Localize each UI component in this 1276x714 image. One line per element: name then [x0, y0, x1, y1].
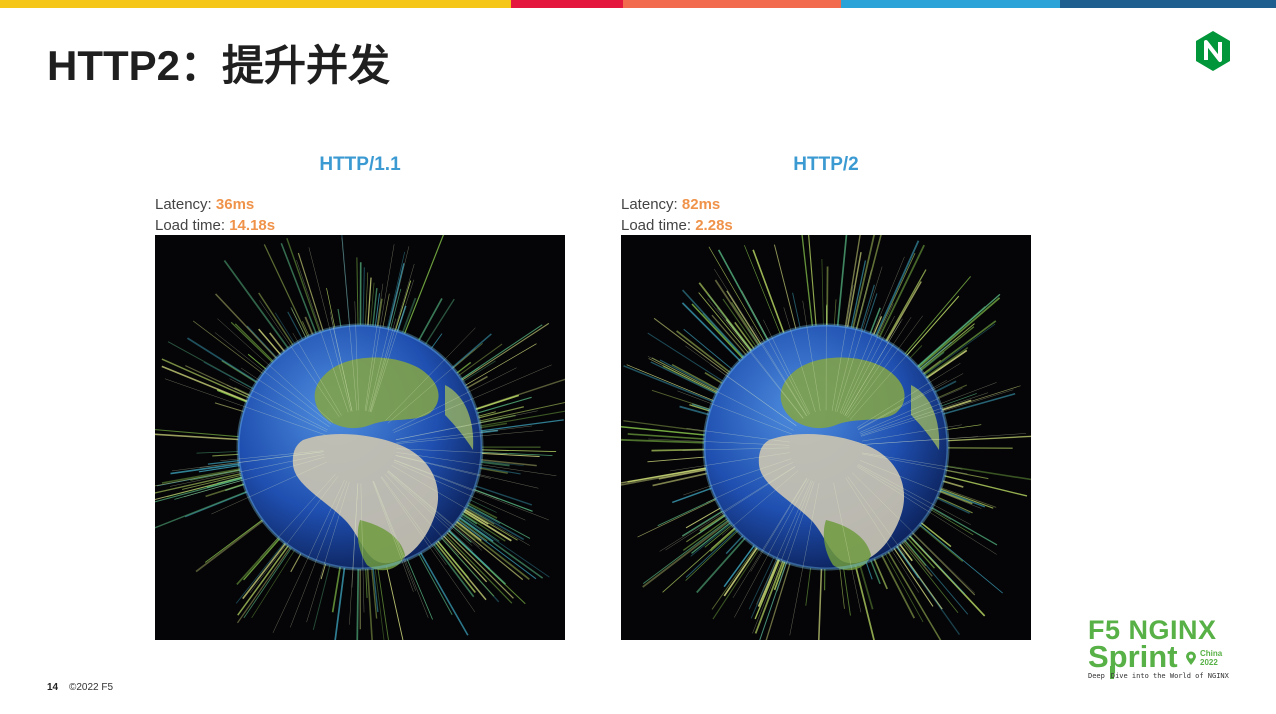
- load-time-value: 14.18s: [229, 217, 276, 234]
- latency-row: Latency: 36ms: [155, 194, 275, 215]
- copyright: ©2022 F5: [69, 682, 114, 693]
- event-logo-line2: Sprint: [1088, 639, 1178, 674]
- event-tagline: Deep Dive into the World of NGINX: [1088, 672, 1229, 680]
- top-bar-blue: [841, 0, 1060, 8]
- page-number: 14: [47, 682, 59, 693]
- globe-visualization-image: [155, 235, 565, 640]
- load-time-row: Load time: 2.28s: [621, 215, 733, 236]
- event-location-year: 2022: [1200, 658, 1218, 667]
- protocol-label: HTTP/1.1: [319, 154, 401, 175]
- load-time-label: Load time:: [621, 217, 692, 234]
- latency-label: Latency:: [155, 196, 212, 213]
- event-tagline-part1: Deep: [1088, 672, 1105, 680]
- metrics: Latency: 82ms Load time: 2.28s: [621, 194, 733, 236]
- top-bar-red: [511, 0, 623, 8]
- top-bar-navy: [1060, 0, 1276, 8]
- top-bar-yellow: [0, 0, 511, 8]
- latency-value: 82ms: [681, 196, 721, 213]
- nginx-hexagon-icon: [1196, 31, 1230, 71]
- latency-row: Latency: 82ms: [621, 194, 733, 215]
- load-time-row: Load time: 14.18s: [155, 215, 275, 236]
- load-time-value: 2.28s: [695, 217, 733, 234]
- slide-title: HTTP2：提升并发: [47, 42, 391, 89]
- top-color-bar: [0, 0, 1276, 8]
- load-time-label: Load time:: [155, 217, 226, 234]
- protocol-label: HTTP/2: [793, 154, 859, 175]
- top-bar-orange: [623, 0, 841, 8]
- event-location: China 2022: [1200, 649, 1222, 667]
- metrics: Latency: 36ms Load time: 14.18s: [155, 194, 275, 236]
- globe-visualization-image: [621, 235, 1031, 640]
- latency-value: 36ms: [215, 196, 255, 213]
- location-pin-icon: [1186, 651, 1196, 665]
- event-logo: F5 NGINX Sprint China 2022 Deep Dive into…: [1088, 615, 1238, 685]
- event-tagline-part2: Dive into the World of NGINX: [1110, 672, 1229, 680]
- event-location-country: China: [1200, 649, 1223, 658]
- latency-label: Latency:: [621, 196, 678, 213]
